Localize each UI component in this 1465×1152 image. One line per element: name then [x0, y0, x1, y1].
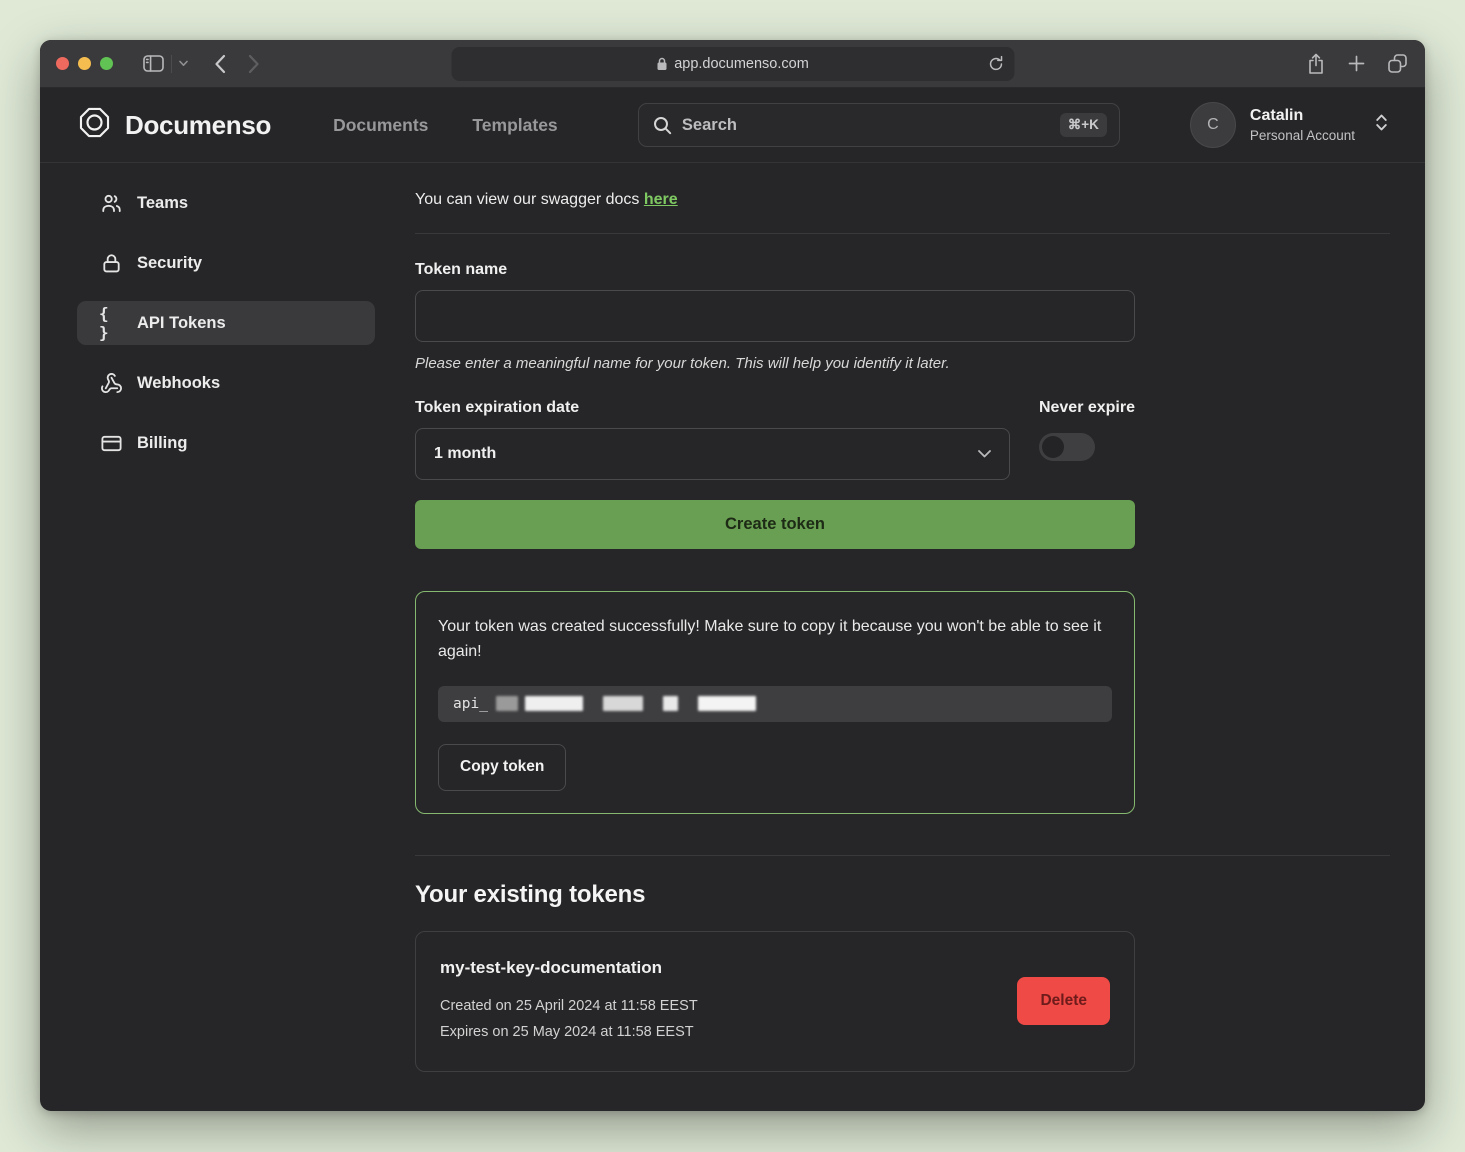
users-icon — [99, 192, 123, 215]
chevron-up-down-icon — [1375, 113, 1388, 137]
traffic-lights — [56, 57, 113, 70]
tab-group-chevron-icon[interactable] — [171, 55, 188, 73]
lock-icon — [656, 57, 667, 71]
toggle-thumb — [1042, 436, 1064, 458]
documenso-logo-icon — [77, 105, 112, 145]
brand[interactable]: Documenso — [77, 105, 271, 145]
token-name-helper: Please enter a meaningful name for your … — [415, 355, 1135, 372]
sidebar-item-security[interactable]: Security — [77, 241, 375, 285]
lock-icon — [99, 252, 123, 275]
credit-card-icon — [99, 432, 123, 455]
never-expire-label: Never expire — [1039, 399, 1135, 417]
minimize-window-button[interactable] — [78, 57, 91, 70]
app-header: Documenso Documents Templates ⌘+K C Cata… — [40, 88, 1425, 163]
sidebar-toggle-icon[interactable] — [143, 55, 164, 72]
account-menu[interactable]: C Catalin Personal Account — [1190, 102, 1388, 148]
url-text: app.documenso.com — [674, 56, 809, 72]
nav-documents[interactable]: Documents — [333, 115, 428, 136]
browser-toolbar: app.documenso.com — [40, 40, 1425, 88]
toolbar-right-actions — [1307, 53, 1407, 75]
token-card: my-test-key-documentation Created on 25 … — [415, 931, 1135, 1072]
sidebar-item-label: API Tokens — [137, 314, 226, 333]
forward-button[interactable] — [248, 54, 260, 74]
token-created-message: Your token was created successfully! Mak… — [438, 614, 1112, 665]
close-window-button[interactable] — [56, 57, 69, 70]
never-expire-toggle[interactable] — [1039, 433, 1095, 461]
token-expires-date: Expires on 25 May 2024 at 11:58 EEST — [440, 1019, 698, 1045]
top-nav: Documents Templates — [333, 115, 558, 136]
back-button[interactable] — [214, 54, 226, 74]
webhook-icon — [99, 372, 123, 395]
new-tab-icon[interactable] — [1348, 55, 1365, 72]
expiration-selected-value: 1 month — [434, 445, 496, 463]
token-expiration-label: Token expiration date — [415, 399, 1010, 417]
zoom-window-button[interactable] — [100, 57, 113, 70]
sidebar-item-label: Billing — [137, 434, 187, 453]
braces-icon: { } — [99, 304, 123, 342]
account-type: Personal Account — [1250, 127, 1355, 145]
avatar: C — [1190, 102, 1236, 148]
search-input[interactable] — [682, 116, 1050, 135]
address-bar[interactable]: app.documenso.com — [451, 47, 1014, 81]
token-created-box: Your token was created successfully! Mak… — [415, 591, 1135, 814]
token-created-date: Created on 25 April 2024 at 11:58 EEST — [440, 993, 698, 1019]
settings-sidebar: Teams Security { } API Tokens — [77, 181, 375, 1072]
divider — [415, 855, 1390, 856]
share-icon[interactable] — [1307, 53, 1325, 75]
sidebar-item-label: Webhooks — [137, 374, 220, 393]
chevron-down-icon — [978, 445, 991, 463]
sidebar-item-webhooks[interactable]: Webhooks — [77, 361, 375, 405]
delete-token-button[interactable]: Delete — [1017, 977, 1110, 1025]
sidebar-item-label: Security — [137, 254, 202, 273]
reload-icon[interactable] — [988, 55, 1003, 72]
api-tokens-main: You can view our swagger docs here Token… — [415, 181, 1390, 1072]
swagger-docs-text: You can view our swagger docs here — [415, 191, 1390, 209]
create-token-button[interactable]: Create token — [415, 500, 1135, 549]
sidebar-item-teams[interactable]: Teams — [77, 181, 375, 225]
search-shortcut-badge: ⌘+K — [1060, 113, 1107, 137]
swagger-docs-link[interactable]: here — [644, 191, 678, 208]
sidebar-item-api-tokens[interactable]: { } API Tokens — [77, 301, 375, 345]
expiration-select[interactable]: 1 month — [415, 428, 1010, 480]
brand-name: Documenso — [125, 110, 271, 141]
account-name: Catalin — [1250, 106, 1355, 127]
app-body: Teams Security { } API Tokens — [40, 163, 1425, 1072]
token-card-name: my-test-key-documentation — [440, 958, 698, 978]
search-icon — [653, 116, 672, 135]
redacted-token — [496, 696, 756, 711]
nav-templates[interactable]: Templates — [472, 115, 557, 136]
copy-token-button[interactable]: Copy token — [438, 744, 566, 791]
sidebar-item-billing[interactable]: Billing — [77, 421, 375, 465]
sidebar-item-label: Teams — [137, 194, 188, 213]
tab-overview-icon[interactable] — [1388, 54, 1407, 73]
token-name-label: Token name — [415, 261, 1135, 279]
browser-window: app.documenso.com — [40, 40, 1425, 1111]
token-value-field[interactable]: api_ — [438, 686, 1112, 722]
token-prefix: api_ — [453, 696, 488, 712]
existing-tokens-heading: Your existing tokens — [415, 881, 1390, 909]
divider — [415, 233, 1390, 234]
search-box[interactable]: ⌘+K — [638, 103, 1120, 147]
token-name-input[interactable] — [415, 290, 1135, 342]
